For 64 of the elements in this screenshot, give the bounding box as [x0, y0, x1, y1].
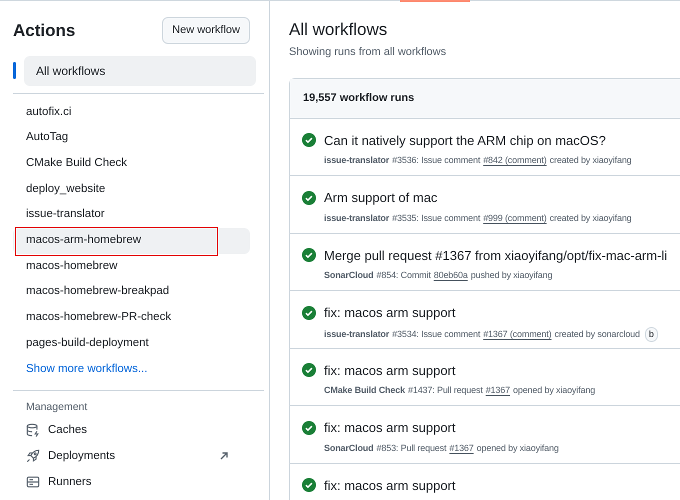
workflow-name: SonarCloud: [324, 442, 374, 454]
run-link[interactable]: #1367 (comment): [483, 328, 552, 341]
page-title: All workflows: [289, 19, 388, 41]
run-author: created by xiaoyifang: [550, 154, 632, 167]
workflow-name: issue-translator: [324, 212, 390, 224]
check-circle-icon: [302, 133, 316, 148]
sidebar-item[interactable]: deploy_website: [13, 176, 250, 202]
run-link[interactable]: #842 (comment): [483, 154, 547, 168]
sidebar-item[interactable]: autofix.ci: [13, 100, 250, 126]
run-event: #3534: Issue comment: [392, 328, 480, 340]
sidebar-item[interactable]: macos-arm-homebrew: [13, 228, 250, 254]
section-heading: Management: [25, 400, 88, 416]
run-author: created by xiaoyifang: [550, 212, 632, 225]
workflow-name: issue-translator: [324, 328, 390, 340]
run-link[interactable]: 80eb60a: [434, 269, 468, 282]
sidebar-item[interactable]: AutoTag: [13, 125, 250, 151]
run-author: opened by xiaoyifang: [512, 384, 596, 397]
sidebar-item[interactable]: issue-translator: [13, 202, 250, 228]
run-title-link[interactable]: fix: macos arm support: [324, 476, 456, 495]
workflow-name: CMake Build Check: [324, 384, 405, 397]
run-link[interactable]: #999 (comment): [483, 212, 547, 225]
show-more-link[interactable]: Show more workflows...: [13, 356, 160, 382]
run-author: pushed by xiaoyifang: [470, 269, 552, 282]
run-link[interactable]: #1367: [486, 384, 510, 398]
sidebar-link[interactable]: Runners: [48, 474, 237, 491]
sidebar-link[interactable]: Caches: [48, 422, 237, 439]
sidebar-link[interactable]: Deployments: [48, 448, 211, 465]
sidebar-item[interactable]: CMake Build Check: [13, 150, 250, 177]
page-subtitle: Showing runs from all workflows: [289, 45, 448, 60]
check-circle-icon: [302, 420, 316, 435]
run-title-link[interactable]: fix: macos arm support: [324, 360, 456, 380]
run-event: #854: Commit: [376, 269, 431, 282]
branch-label[interactable]: b: [644, 326, 658, 342]
workflow-name: issue-translator: [324, 154, 390, 167]
run-title-link[interactable]: Arm support of mac: [324, 188, 438, 208]
check-circle-icon: [302, 306, 316, 320]
page-heading: Actions: [13, 20, 76, 42]
run-title-link[interactable]: fix: macos arm support: [324, 303, 456, 322]
rocket-icon: [26, 449, 40, 464]
sidebar-item[interactable]: macos-homebrew-breakpad: [13, 279, 250, 305]
run-title-link[interactable]: fix: macos arm support: [324, 418, 456, 438]
run-author: opened by xiaoyifang: [476, 442, 559, 455]
run-event: #3535: Issue comment: [392, 212, 480, 224]
database-icon: [26, 423, 40, 438]
check-circle-icon: [302, 478, 316, 492]
server-icon: [26, 475, 40, 490]
run-link[interactable]: #1367: [449, 442, 474, 455]
tab-underline: [400, 0, 470, 2]
check-circle-icon: [302, 248, 316, 262]
run-author: created by sonarcloud: [554, 328, 640, 341]
sidebar-item[interactable]: All workflows: [24, 56, 256, 86]
new-workflow-button[interactable]: New workflow: [162, 17, 250, 44]
check-circle-icon: [302, 363, 316, 378]
sidebar-item[interactable]: pages-build-deployment: [13, 330, 250, 356]
run-event: #853: Pull request: [376, 442, 446, 455]
sidebar-item[interactable]: macos-homebrew: [13, 254, 250, 280]
run-event: #3536: Issue comment: [392, 154, 480, 167]
check-circle-icon: [302, 190, 316, 205]
runs-count: 19,557 workflow runs: [303, 90, 414, 106]
run-event: #1437: Pull request: [408, 384, 483, 397]
sidebar-item[interactable]: macos-homebrew-PR-check: [13, 305, 250, 331]
run-title-link[interactable]: Merge pull request #1367 from xiaoyifang/opt/fix-mac-arm-li: [324, 246, 668, 265]
workflow-name: SonarCloud: [324, 269, 374, 282]
run-title-link[interactable]: Can it natively support the ARM chip on macOS?: [324, 130, 606, 150]
